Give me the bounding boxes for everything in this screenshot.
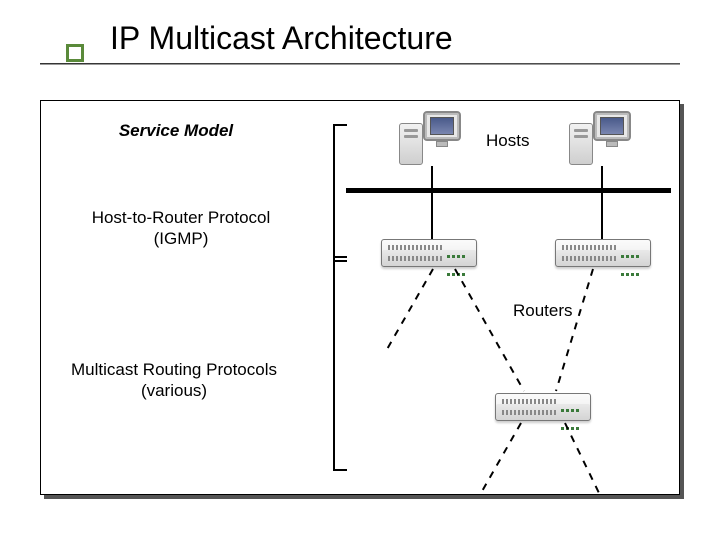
diagram-frame: Service Model Host-to-Router Protocol (I…: [40, 100, 680, 495]
router-icon: [495, 393, 591, 421]
slide-header: IP Multicast Architecture: [30, 20, 690, 65]
router-stem-1: [431, 193, 433, 239]
bracket-lower: [333, 256, 347, 471]
host-stem-1: [431, 166, 433, 189]
label-routers: Routers: [513, 301, 573, 321]
host-stem-2: [601, 166, 603, 189]
label-igmp: Host-to-Router Protocol (IGMP): [66, 207, 296, 250]
title-underline: [40, 63, 680, 65]
label-service-model: Service Model: [76, 121, 276, 141]
router-icon: [381, 239, 477, 267]
slide-title: IP Multicast Architecture: [110, 20, 690, 57]
title-bullet-icon: [66, 44, 84, 62]
label-hosts: Hosts: [486, 131, 529, 151]
label-mrp-line2: (various): [141, 381, 207, 400]
router-stem-2: [601, 193, 603, 239]
label-igmp-line2: (IGMP): [154, 229, 209, 248]
label-multicast-routing: Multicast Routing Protocols (various): [49, 359, 299, 402]
bracket-upper: [333, 124, 347, 262]
label-mrp-line1: Multicast Routing Protocols: [71, 360, 277, 379]
label-igmp-line1: Host-to-Router Protocol: [92, 208, 271, 227]
network-bus-line: [346, 188, 671, 193]
router-icon: [555, 239, 651, 267]
